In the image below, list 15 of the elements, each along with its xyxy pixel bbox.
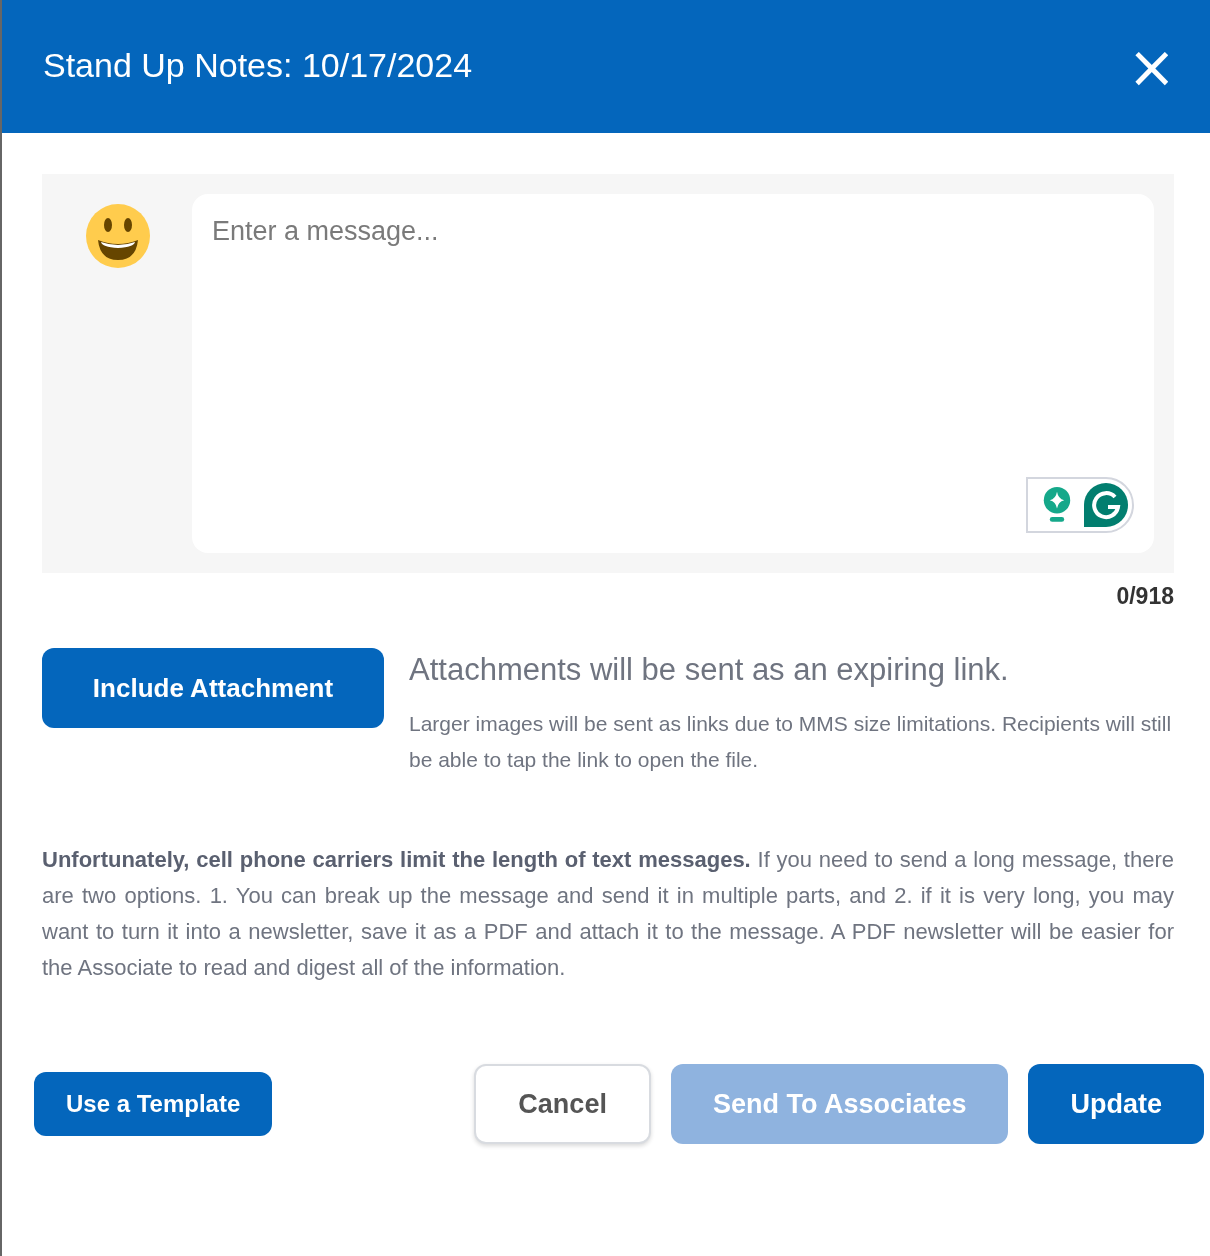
g-logo-icon xyxy=(1084,483,1128,527)
dialog-title: Stand Up Notes: 10/17/2024 xyxy=(43,46,473,86)
message-field[interactable]: Enter a message... xyxy=(192,194,1154,553)
character-counter: 0/918 xyxy=(1115,583,1174,610)
writing-assistant-widget[interactable] xyxy=(1026,477,1134,533)
lightbulb-icon xyxy=(1042,487,1072,523)
use-template-button[interactable]: Use a Template xyxy=(34,1072,273,1136)
close-button[interactable]: × xyxy=(1127,46,1176,87)
footer-button[interactable]: Update xyxy=(1028,1064,1204,1144)
length-notice: Unfortunately, cell phone carriers limit the length of text messages. If you need to send a long message, there are two options. 1. You can break up the message and send it in multiple parts, and 2. if it is very long, you may want to turn it into a newsletter, save it as a PDF and attach it to the message. A PDF newsletter will be easier for the Associate to read and digest all of the information. xyxy=(42,846,1174,982)
footer-button[interactable]: Cancel xyxy=(474,1064,651,1144)
smiley-icon[interactable] xyxy=(86,204,150,268)
attachment-note: Larger images will be sent as links due to MMS size limitations. Recipients will still be able to tap the link to open the file. xyxy=(409,711,1173,773)
attachment-heading: Attachments will be sent as an expiring link. xyxy=(409,652,1010,688)
include-attachment-button[interactable]: Include Attachment xyxy=(42,648,384,728)
